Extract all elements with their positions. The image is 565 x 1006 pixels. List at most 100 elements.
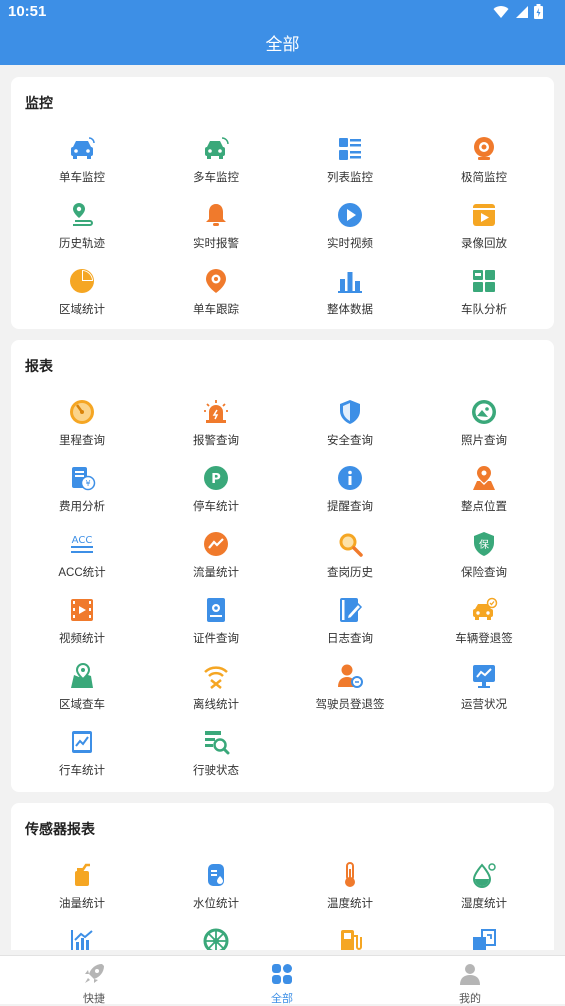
menu-item-vehicle-signin[interactable]: 车辆登退签 [417,596,551,656]
tab-mine[interactable]: 我的 [400,962,540,1006]
trend-icon [204,532,228,556]
menu-item-label: 列表监控 [327,172,373,184]
area-map-icon [71,662,93,688]
car-sign-icon [473,597,498,620]
car-signal-icon [71,137,95,159]
menu-item-parking-stats[interactable]: P 停车统计 [149,464,283,524]
tab-all[interactable]: 全部 [212,962,352,1006]
log-icon [340,598,363,622]
location-target-icon [206,269,226,293]
menu-item-label: 日志查询 [327,633,373,645]
menu-item-single-track[interactable]: 单车跟踪 [149,267,283,327]
menu-item-label: 离线统计 [193,699,239,711]
menu-item-video-playback[interactable]: 录像回放 [417,201,551,261]
menu-item-operation-status[interactable]: 运营状况 [417,662,551,722]
fuel-pump-icon [341,930,362,950]
menu-item-realtime-alarm[interactable]: 实时报警 [149,201,283,261]
rocket-icon [85,964,104,983]
menu-item-mileage[interactable]: 里程查询 [15,398,149,458]
menu-item-label: 多车监控 [193,172,239,184]
video-playback-icon [473,204,495,226]
menu-item-oil-stats[interactable]: 油量统计 [15,861,149,921]
menu-item-driving-stats[interactable]: 行车统计 [15,728,149,788]
menu-item-driving-status[interactable]: 行驶状态 [149,728,283,788]
system-icons [493,4,543,19]
menu-item-offline-stats[interactable]: 离线统计 [149,662,283,722]
driving-chart-icon [72,731,92,753]
yen-document-icon: ¥ [72,467,96,491]
bottom-nav: 快捷 全部 我的 [0,955,565,1006]
menu-item-sensor-6[interactable] [149,927,283,950]
menu-item-area-search[interactable]: 区域查车 [15,662,149,722]
wifi-off-icon [204,666,228,689]
menu-item-sensor-8[interactable] [417,927,551,950]
menu-item-label: 实时报警 [193,238,239,250]
menu-item-cost-analysis[interactable]: ¥ 费用分析 [15,464,149,524]
insurance-shield-icon: 保 [474,532,494,556]
menu-item-list-monitor[interactable]: 列表监控 [283,135,417,195]
menu-item-single-monitor[interactable]: 单车监控 [15,135,149,195]
menu-item-label: 单车监控 [59,172,105,184]
menu-item-label: 录像回放 [461,238,507,250]
menu-item-history-track[interactable]: 历史轨迹 [15,201,149,261]
menu-item-safety-query[interactable]: 安全查询 [283,398,417,458]
menu-item-driver-signin[interactable]: 驾驶员登退签 [283,662,417,722]
menu-item-sensor-5[interactable] [15,927,149,950]
menu-item-label: 驾驶员登退签 [315,699,385,711]
water-tank-icon [208,864,224,886]
menu-item-label: 安全查询 [327,435,373,447]
menu-item-fleet-analysis[interactable]: 车队分析 [417,267,551,327]
menu-item-hourly-position[interactable]: 整点位置 [417,464,551,524]
menu-item-area-stats[interactable]: 区域统计 [15,267,149,327]
driver-icon [338,664,363,688]
tab-shortcut[interactable]: 快捷 [24,962,164,1006]
menu-item-water-stats[interactable]: 水位统计 [149,861,283,921]
menu-item-check-history[interactable]: 查岗历史 [283,530,417,590]
menu-item-label: 车队分析 [461,304,507,316]
menu-item-photo-query[interactable]: 照片查询 [417,398,551,458]
menu-item-humidity-stats[interactable]: 湿度统计 [417,861,551,921]
menu-item-label: 里程查询 [59,435,105,447]
pie-chart-icon [70,269,94,293]
menu-item-label: 流量统计 [193,567,239,579]
magnifier-icon [339,533,363,557]
section-reports: 报表 里程查询 报警查询 安全查询 照片查询 ¥ 费用分析 P 停车统计 提醒查… [11,340,554,792]
menu-item-overall-data[interactable]: 整体数据 [283,267,417,327]
menu-item-temperature-stats[interactable]: 温度统计 [283,861,417,921]
status-time: 10:51 [8,3,47,20]
menu-item-label: 行车统计 [59,765,105,777]
menu-item-multi-monitor[interactable]: 多车监控 [149,135,283,195]
svg-text:¥: ¥ [85,479,90,488]
content-scroll[interactable]: 监控 单车监控 多车监控 列表监控 极简监控 历史轨迹 实时报警 实时视频 录像… [0,65,565,950]
menu-item-reminder-query[interactable]: 提醒查询 [283,464,417,524]
menu-item-label: 费用分析 [59,501,105,513]
section-title: 监控 [25,95,53,111]
menu-item-traffic-stats[interactable]: 流量统计 [149,530,283,590]
menu-item-alarm-query[interactable]: 报警查询 [149,398,283,458]
wifi-icon [493,5,509,18]
menu-item-video-stats[interactable]: 视频统计 [15,596,149,656]
menu-item-certificate-query[interactable]: 证件查询 [149,596,283,656]
menu-item-log-query[interactable]: 日志查询 [283,596,417,656]
menu-item-label: 极简监控 [461,172,507,184]
battery-icon [534,4,543,19]
menu-item-label: 停车统计 [193,501,239,513]
menu-item-label: 查岗历史 [327,567,373,579]
play-icon [338,203,362,227]
menu-item-label: 湿度统计 [461,898,507,910]
webcam-icon [474,137,494,160]
humidity-icon [472,863,496,888]
signal-icon [516,5,528,18]
multi-car-icon [205,137,229,159]
menu-item-sensor-7[interactable] [283,927,417,950]
menu-item-acc-stats[interactable]: ACC ACC统计 [15,530,149,590]
shield-icon [340,400,360,424]
menu-item-realtime-video[interactable]: 实时视频 [283,201,417,261]
svg-text:保: 保 [479,538,489,551]
menu-item-insurance-query[interactable]: 保 保险查询 [417,530,551,590]
menu-item-label: 证件查询 [193,633,239,645]
speedometer-icon [70,400,94,424]
list-icon [339,138,361,160]
menu-item-label: 油量统计 [59,898,105,910]
menu-item-simple-monitor[interactable]: 极简监控 [417,135,551,195]
